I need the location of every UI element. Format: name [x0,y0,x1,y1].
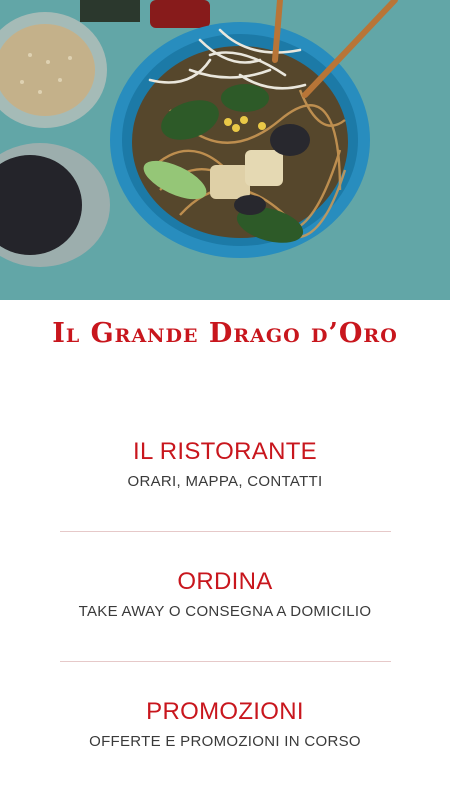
menu-item-ordina[interactable]: ORDINA TAKE AWAY O CONSEGNA A DOMICILIO [0,568,450,622]
menu-item-title: ORDINA [177,568,273,595]
menu-item-subtitle: ORARI, MAPPA, CONTATTI [127,473,323,490]
divider [60,531,391,532]
restaurant-title: Il Grande Drago d’Oro [52,318,398,349]
menu-item-title: IL RISTORANTE [133,438,317,465]
menu-item-title: PROMOZIONI [146,698,304,725]
menu-item-subtitle: TAKE AWAY O CONSEGNA A DOMICILIO [78,603,372,620]
menu-item-subtitle: OFFERTE E PROMOZIONI IN CORSO [89,733,361,750]
hero-image [0,0,450,300]
menu-item-ristorante[interactable]: IL RISTORANTE ORARI, MAPPA, CONTATTI [0,438,450,492]
divider [60,661,391,662]
menu-item-promozioni[interactable]: PROMOZIONI OFFERTE E PROMOZIONI IN CORSO [0,698,450,752]
